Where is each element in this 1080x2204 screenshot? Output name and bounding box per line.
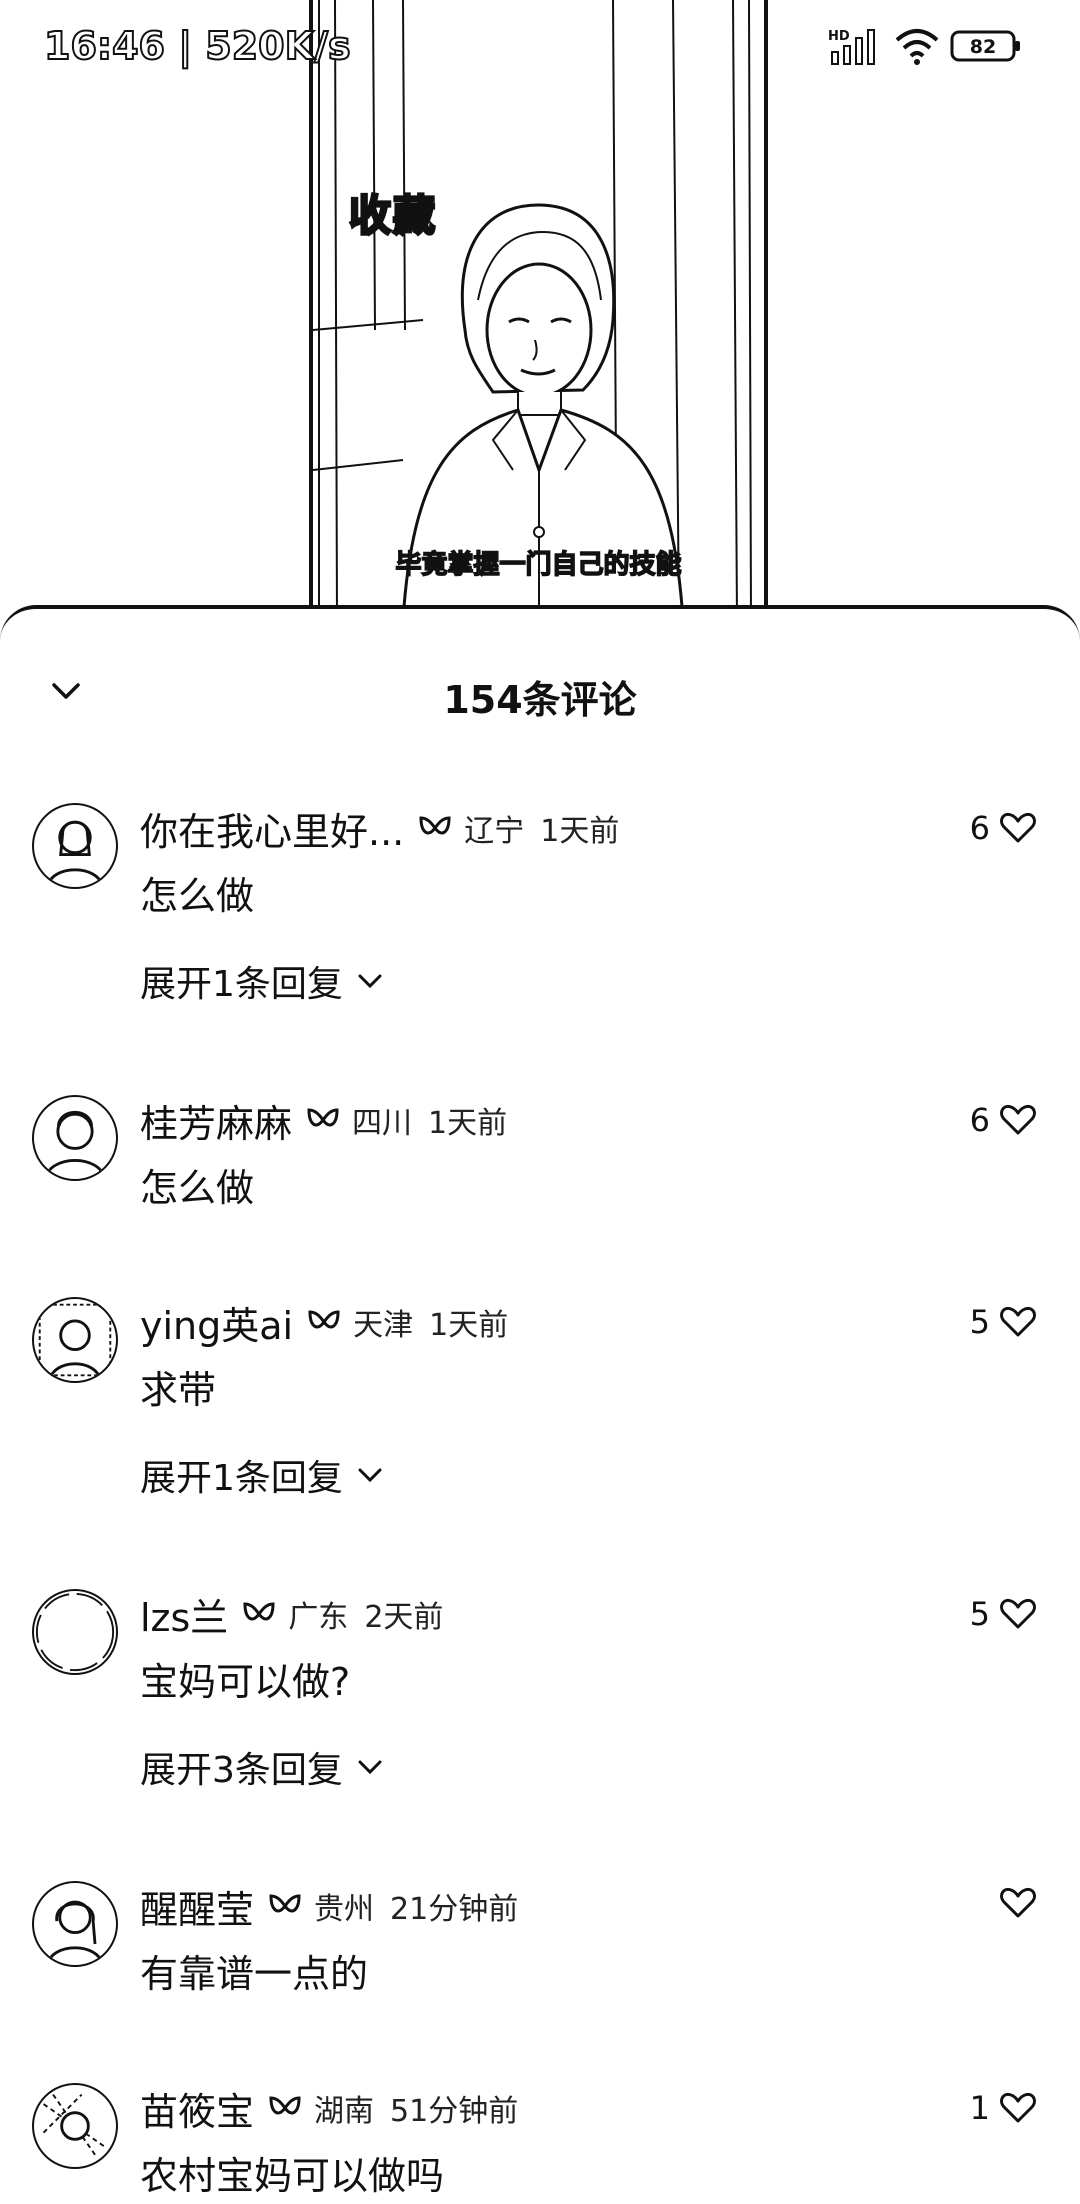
avatar[interactable]	[32, 803, 118, 889]
avatar[interactable]	[32, 1589, 118, 1675]
like-button[interactable]: 6	[970, 809, 1036, 847]
like-count: 5	[969, 1595, 990, 1633]
status-time-speed: 16:46 | 520K/s	[43, 23, 352, 69]
heart-icon	[1000, 1887, 1036, 1918]
comments-sheet: 154条评论 你在我心里好... 辽宁 1天前 怎么做 6 展开1条回复 桂芳麻…	[0, 605, 1080, 2204]
comments-count-title: 154条评论	[443, 678, 637, 722]
comment-region: 天津	[353, 1308, 414, 1343]
comment-region: 湖南	[314, 2094, 375, 2129]
video-preview[interactable]: 收藏 毕竟掌握一门自己的技能	[0, 0, 1080, 620]
comment-text: 怎么做	[140, 874, 255, 918]
like-count: 1	[969, 2089, 990, 2127]
expand-replies-button[interactable]: 展开1条回复	[140, 1449, 383, 1501]
comment-text: 有靠谱一点的	[140, 1952, 369, 1996]
expand-replies-button[interactable]: 展开3条回复	[140, 1741, 383, 1793]
comment-text: 怎么做	[140, 1166, 255, 1210]
chevron-down-icon	[357, 973, 383, 989]
expand-replies-label: 展开3条回复	[140, 1750, 343, 1791]
like-count: 6	[969, 1101, 990, 1139]
comment-username[interactable]: 醒醒莹	[140, 1879, 254, 1934]
wifi-icon	[894, 26, 940, 70]
comment-region: 四川	[352, 1106, 413, 1141]
comment-header: ying英ai 天津 1天前	[140, 1295, 509, 1350]
signal-icon: HD	[828, 26, 884, 70]
comment-header: 桂芳麻麻 四川 1天前	[140, 1093, 508, 1148]
comment-header: 醒醒莹 贵州 21分钟前	[140, 1879, 519, 1934]
like-button[interactable]: 6	[970, 1101, 1036, 1139]
screen: 收藏 毕竟掌握一门自己的技能 16:46 | 520K/s HD 82 154条…	[0, 0, 1080, 2204]
avatar[interactable]	[32, 1095, 118, 1181]
comment-header: 苗筱宝 湖南 51分钟前	[140, 2081, 519, 2136]
like-button[interactable]: 5	[970, 1303, 1036, 1341]
heart-icon	[1000, 812, 1036, 843]
comment-text: 求带	[140, 1368, 217, 1412]
chevron-down-icon	[357, 1759, 383, 1775]
expand-replies-button[interactable]: 展开1条回复	[140, 955, 383, 1007]
member-badge-icon	[268, 2094, 302, 2122]
video-illustration	[313, 0, 752, 620]
comment-time: 2天前	[364, 1600, 444, 1635]
heart-icon	[1000, 1598, 1036, 1629]
member-badge-icon	[418, 814, 452, 842]
member-badge-icon	[307, 1308, 341, 1336]
comment-time: 1天前	[429, 1308, 509, 1343]
comment-text: 农村宝妈可以做吗	[140, 2154, 445, 2198]
member-badge-icon	[306, 1106, 340, 1134]
comment-region: 贵州	[314, 1892, 375, 1927]
expand-replies-label: 展开1条回复	[140, 964, 343, 1005]
svg-text:82: 82	[970, 36, 996, 58]
heart-icon	[1000, 1306, 1036, 1337]
comment-username[interactable]: 你在我心里好...	[140, 801, 404, 856]
chevron-down-icon	[357, 1467, 383, 1483]
comment-text: 宝妈可以做?	[140, 1660, 351, 1704]
comment-time: 21分钟前	[390, 1892, 519, 1927]
video-frame[interactable]: 收藏 毕竟掌握一门自己的技能	[309, 0, 768, 620]
heart-icon	[1000, 1104, 1036, 1135]
comment-region: 辽宁	[464, 814, 525, 849]
comment-username[interactable]: lzs兰	[140, 1587, 228, 1642]
comment-time: 1天前	[428, 1106, 508, 1141]
like-count: 6	[969, 809, 990, 847]
collect-sticker: 收藏	[347, 190, 438, 242]
like-button[interactable]: 1	[970, 2089, 1036, 2127]
status-bar: 16:46 | 520K/s HD 82	[0, 0, 1080, 90]
comment-header: lzs兰 广东 2天前	[140, 1587, 444, 1642]
comment-username[interactable]: ying英ai	[140, 1295, 293, 1350]
comment-username[interactable]: 桂芳麻麻	[140, 1093, 292, 1148]
like-button[interactable]	[990, 1887, 1036, 1919]
comment-time: 51分钟前	[390, 2094, 519, 2129]
avatar[interactable]	[32, 1881, 118, 1967]
expand-replies-label: 展开1条回复	[140, 1458, 343, 1499]
comment-username[interactable]: 苗筱宝	[140, 2081, 254, 2136]
comment-time: 1天前	[540, 814, 620, 849]
status-indicators: HD 82	[828, 26, 1022, 70]
comment-header: 你在我心里好... 辽宁 1天前	[140, 801, 620, 856]
comment-region: 广东	[288, 1600, 349, 1635]
member-badge-icon	[268, 1892, 302, 1920]
heart-icon	[1000, 2092, 1036, 2123]
avatar[interactable]	[32, 1297, 118, 1383]
sheet-header: 154条评论	[0, 609, 1080, 722]
video-subtitle: 毕竟掌握一门自己的技能	[395, 549, 683, 581]
battery-icon: 82	[950, 28, 1022, 68]
svg-text:HD: HD	[828, 29, 850, 44]
like-count: 5	[969, 1303, 990, 1341]
member-badge-icon	[242, 1600, 276, 1628]
like-button[interactable]: 5	[970, 1595, 1036, 1633]
avatar[interactable]	[32, 2083, 118, 2169]
